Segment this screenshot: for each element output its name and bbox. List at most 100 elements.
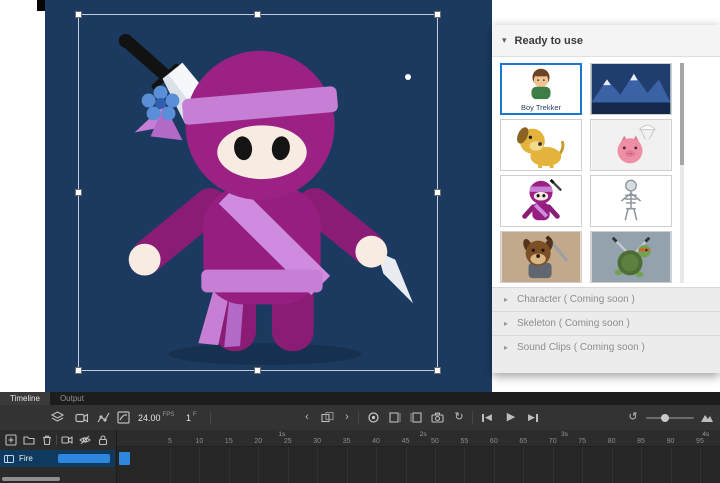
selection-bounds[interactable]	[78, 14, 438, 371]
ruler-frame-label: 35	[343, 438, 351, 445]
panel-scrollbar[interactable]	[680, 63, 684, 283]
jump-prev-icon[interactable]: ‹	[298, 405, 316, 430]
timeline-tab-bar: Timeline Output	[0, 392, 720, 405]
replay-icon[interactable]: ↺	[624, 405, 642, 430]
play-button[interactable]: ▶	[502, 405, 520, 430]
onion-prev-icon[interactable]	[386, 405, 404, 430]
frame-value: 1	[186, 413, 191, 423]
asset-thumb-pink-pig[interactable]	[590, 119, 672, 171]
horizontal-scrollbar-thumb[interactable]	[2, 477, 60, 481]
panel-title: Ready to use	[515, 35, 583, 47]
onion-next-icon[interactable]	[406, 405, 424, 430]
ninja-character[interactable]	[79, 15, 437, 370]
frame-unit: F	[193, 412, 197, 418]
app-window: ▾ Ready to use Boy Trekker	[0, 0, 720, 483]
ruler-frame-label: 5	[168, 438, 172, 445]
asset-thumb-skeleton[interactable]	[590, 175, 672, 227]
selection-handle-sw[interactable]	[75, 367, 82, 374]
selection-handle-ne[interactable]	[434, 11, 441, 18]
section-label: Skeleton ( Coming soon )	[517, 318, 630, 329]
coming-soon-sections: ▸ Character ( Coming soon ) ▸ Skeleton (…	[492, 287, 720, 373]
asset-thumb-yellow-dog[interactable]	[500, 119, 582, 171]
ruler-frame-label: 30	[313, 438, 321, 445]
tab-output[interactable]: Output	[50, 392, 94, 405]
ruler-frame-label: 45	[402, 438, 410, 445]
ruler-frame-label: 95	[696, 438, 704, 445]
zoom-slider[interactable]	[646, 417, 694, 419]
onion-skin-icon[interactable]	[318, 405, 336, 430]
layer-duration-bar[interactable]	[58, 454, 110, 463]
ruler-frame-label: 15	[225, 438, 233, 445]
track-gridline	[288, 447, 289, 483]
track-gridline	[199, 447, 200, 483]
graph-editor-icon[interactable]	[114, 405, 132, 430]
trash-icon[interactable]	[39, 432, 55, 448]
layer-row-fire[interactable]: Fire	[0, 450, 115, 467]
record-icon[interactable]	[364, 405, 382, 430]
ruler-frame-label: 55	[460, 438, 468, 445]
asset-thumb-boy-trekker[interactable]: Boy Trekker	[500, 63, 582, 115]
asset-thumb-dog-warrior[interactable]	[500, 231, 582, 283]
asset-label: Boy Trekker	[502, 103, 580, 112]
track-gridline	[641, 447, 642, 483]
track-gridline	[700, 447, 701, 483]
folder-icon[interactable]	[21, 432, 37, 448]
timeline-toolbar: 24.00 FPS 1 F ‹ ›	[0, 405, 720, 430]
ruler-frame-label: 90	[667, 438, 675, 445]
ruler-frame-label: 80	[608, 438, 616, 445]
ruler-frame-label: 20	[254, 438, 262, 445]
selection-handle-se[interactable]	[434, 367, 441, 374]
section-sound-clips[interactable]: ▸ Sound Clips ( Coming soon )	[492, 335, 720, 359]
section-skeleton[interactable]: ▸ Skeleton ( Coming soon )	[492, 311, 720, 335]
toolbar-separator	[472, 411, 473, 424]
track-gridline	[406, 447, 407, 483]
zoom-slider-knob[interactable]	[661, 414, 669, 422]
anchor-point-handle[interactable]	[405, 74, 411, 80]
chevron-down-icon: ▾	[502, 35, 507, 46]
layers-icon[interactable]	[48, 405, 66, 430]
selection-handle-e[interactable]	[434, 189, 441, 196]
add-layer-icon[interactable]	[3, 432, 19, 448]
stage-canvas[interactable]	[45, 0, 492, 392]
layers-column: Fire	[0, 430, 117, 483]
hide-layer-icon[interactable]	[77, 432, 93, 448]
current-frame-display[interactable]: 1 F	[186, 405, 197, 430]
jump-next-icon[interactable]: ›	[338, 405, 356, 430]
track-gridline	[170, 447, 171, 483]
asset-thumb-purple-ninja[interactable]	[500, 175, 582, 227]
asset-thumb-ninja-turtle[interactable]	[590, 231, 672, 283]
asset-thumb-mountain-scene[interactable]	[590, 63, 672, 115]
panel-scrollbar-thumb[interactable]	[680, 63, 684, 165]
fps-display[interactable]: 24.00 FPS	[138, 405, 174, 430]
track-gridline	[347, 447, 348, 483]
camera-layer-icon[interactable]	[59, 432, 75, 448]
track-gridline	[258, 447, 259, 483]
toolbar-separator	[56, 435, 57, 445]
timeline-ruler[interactable]: 1s2s3s4s 5101520253035404550556065707580…	[117, 430, 720, 447]
track-gridline	[553, 447, 554, 483]
ruler-frame-label: 65	[519, 438, 527, 445]
motion-path-icon[interactable]	[94, 405, 112, 430]
fps-value: 24.00	[138, 413, 161, 423]
lock-layer-icon[interactable]	[95, 432, 111, 448]
snapshot-camera-icon[interactable]	[428, 405, 446, 430]
selection-handle-w[interactable]	[75, 189, 82, 196]
selection-handle-nw[interactable]	[75, 11, 82, 18]
ready-to-use-header[interactable]: ▾ Ready to use	[492, 25, 720, 57]
timeline-track[interactable]	[117, 447, 720, 483]
fire-clip[interactable]	[119, 452, 130, 465]
loop-icon[interactable]: ↻	[450, 405, 468, 430]
selection-handle-s[interactable]	[254, 367, 261, 374]
ruler-frame-label: 10	[195, 438, 203, 445]
timeline-panel: Timeline Output	[0, 392, 720, 483]
track-gridline	[494, 447, 495, 483]
toolbar-separator	[210, 411, 211, 424]
step-back-button[interactable]: ◀	[478, 405, 496, 430]
zoom-fit-icon[interactable]	[698, 405, 716, 430]
tab-timeline[interactable]: Timeline	[0, 392, 50, 405]
step-forward-button[interactable]: ▶	[524, 405, 542, 430]
section-character[interactable]: ▸ Character ( Coming soon )	[492, 287, 720, 311]
video-camera-icon[interactable]	[72, 405, 90, 430]
track-gridline	[435, 447, 436, 483]
selection-handle-n[interactable]	[254, 11, 261, 18]
